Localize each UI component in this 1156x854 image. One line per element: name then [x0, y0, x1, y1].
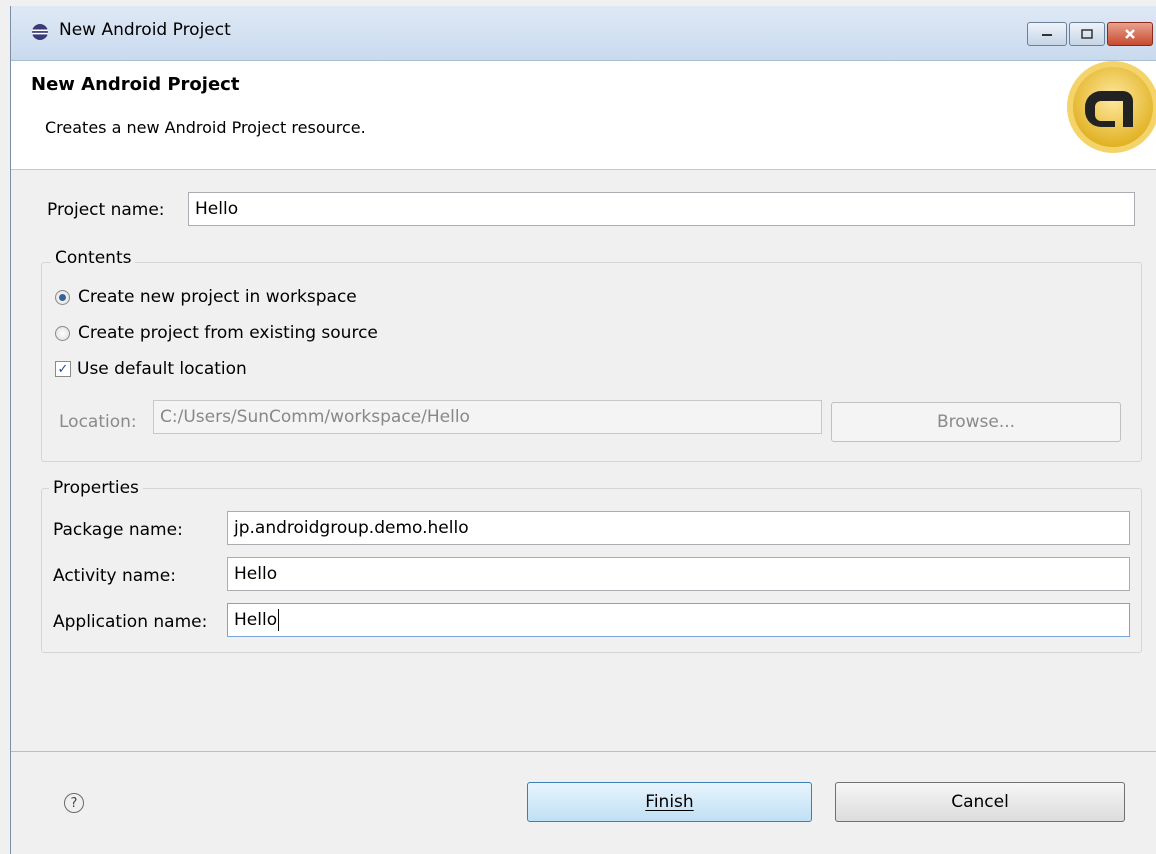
text-caret [278, 609, 280, 631]
use-default-location-label: Use default location [77, 359, 247, 379]
dialog-window: New Android Project New Android Project … [10, 6, 1156, 854]
wizard-header: New Android Project Creates a new Androi… [11, 61, 1156, 170]
package-name-input[interactable]: jp.androidgroup.demo.hello [227, 511, 1130, 545]
minimize-button[interactable] [1027, 22, 1067, 46]
finish-button[interactable]: Finish [527, 782, 812, 822]
create-from-existing-radio[interactable]: Create project from existing source [55, 323, 378, 343]
activity-name-input[interactable]: Hello [227, 557, 1130, 591]
project-name-input[interactable]: Hello [188, 192, 1135, 226]
minimize-icon [1042, 34, 1052, 36]
window-title: New Android Project [59, 20, 231, 40]
maximize-icon [1081, 29, 1093, 39]
application-name-input[interactable]: Hello [227, 603, 1130, 637]
application-name-value: Hello [234, 610, 278, 630]
finish-label: Finish [645, 792, 694, 812]
wizard-description: Creates a new Android Project resource. [45, 118, 366, 137]
contents-legend: Contents [51, 248, 136, 268]
android-adt-badge-icon [1067, 61, 1156, 153]
use-default-location-checkbox[interactable]: ✓ Use default location [55, 359, 247, 379]
application-name-label: Application name: [53, 612, 208, 632]
footer-divider [11, 751, 1156, 752]
close-button[interactable] [1107, 22, 1153, 46]
eclipse-icon [32, 24, 48, 40]
location-label: Location: [59, 412, 137, 432]
radio-selected-icon [55, 289, 70, 305]
checkmark-icon: ✓ [55, 361, 71, 377]
activity-name-label: Activity name: [53, 566, 176, 586]
project-name-label: Project name: [47, 200, 165, 220]
wizard-title: New Android Project [31, 74, 240, 95]
package-name-label: Package name: [53, 520, 183, 540]
title-bar[interactable]: New Android Project [11, 6, 1156, 61]
help-icon[interactable]: ? [64, 793, 84, 813]
radio-unselected-icon [55, 325, 70, 341]
browse-button[interactable]: Browse... [831, 402, 1121, 442]
create-from-existing-label: Create project from existing source [78, 323, 378, 343]
location-input[interactable]: C:/Users/SunComm/workspace/Hello [153, 400, 822, 434]
close-icon [1125, 29, 1135, 39]
properties-legend: Properties [49, 478, 143, 498]
cancel-button[interactable]: Cancel [835, 782, 1125, 822]
create-new-project-radio[interactable]: Create new project in workspace [55, 287, 357, 307]
maximize-button[interactable] [1069, 22, 1105, 46]
create-new-project-label: Create new project in workspace [78, 287, 357, 307]
